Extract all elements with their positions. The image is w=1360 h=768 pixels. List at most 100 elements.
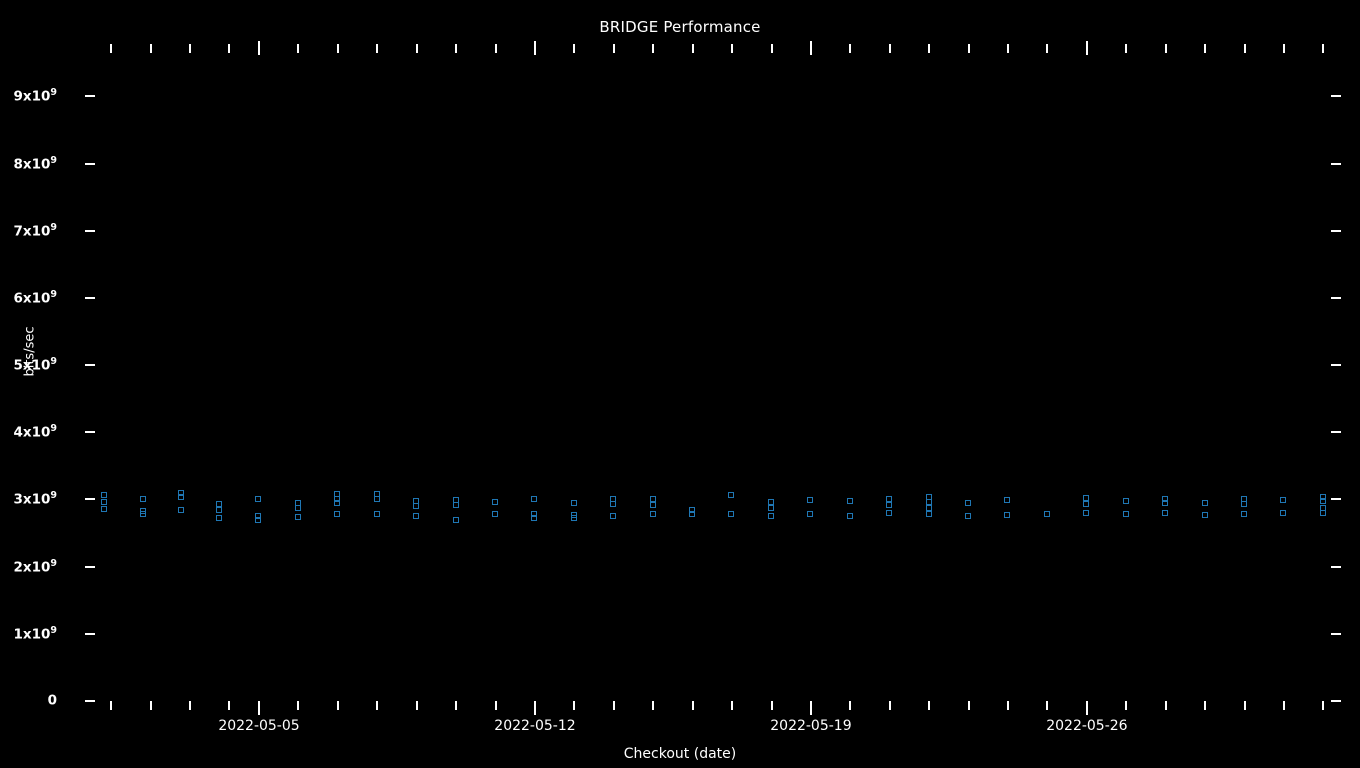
x-axis-tick-top <box>612 44 615 53</box>
x-axis-tick-label: 2022-05-12 <box>494 718 576 734</box>
x-axis-tick-bottom <box>533 701 536 715</box>
x-axis-tick-top <box>189 44 192 53</box>
x-axis-tick-top <box>494 44 497 53</box>
data-point-marker <box>491 511 498 518</box>
data-point-marker <box>965 500 972 507</box>
data-point-marker <box>177 507 184 514</box>
x-axis-tick-bottom <box>110 701 113 710</box>
y-axis-tick-right <box>1331 95 1341 98</box>
x-axis-tick-bottom <box>258 701 260 715</box>
x-axis-tick-label: 2022-05-05 <box>218 718 300 734</box>
data-point-marker <box>570 515 577 522</box>
y-axis-tick-right <box>1331 632 1341 635</box>
x-axis-tick-bottom <box>189 701 192 710</box>
data-point-marker <box>1083 501 1090 508</box>
x-axis-tick-bottom <box>888 701 891 710</box>
data-point-marker <box>1240 510 1247 517</box>
data-point-marker <box>452 516 459 523</box>
x-axis-tick-bottom <box>1243 701 1246 710</box>
data-point-marker <box>1004 511 1011 518</box>
y-axis-tick-left <box>85 296 95 299</box>
data-point-marker <box>886 495 893 502</box>
data-point-marker <box>101 499 108 506</box>
data-point-marker <box>886 509 893 516</box>
x-axis-tick-top <box>809 41 812 55</box>
y-axis-tick-right <box>1331 498 1341 501</box>
data-point-marker <box>1201 500 1208 507</box>
x-axis-tick-label: 2022-05-19 <box>770 718 852 734</box>
x-axis-tick-bottom <box>1046 701 1049 710</box>
x-axis-tick-bottom <box>1125 701 1128 710</box>
data-point-marker <box>1162 509 1169 516</box>
data-point-marker <box>807 511 814 518</box>
y-axis-tick-right <box>1331 565 1341 568</box>
data-point-marker <box>140 510 147 517</box>
y-axis-tick-left <box>85 162 95 165</box>
data-point-marker <box>255 496 262 503</box>
data-point-marker <box>215 515 222 522</box>
x-axis-tick-top <box>928 44 931 53</box>
data-point-marker <box>452 502 459 509</box>
data-point-marker <box>570 499 577 506</box>
x-axis-tick-top <box>770 44 773 53</box>
x-axis-tick-top <box>1046 44 1049 53</box>
x-axis-tick-top <box>1204 44 1207 53</box>
x-axis-tick-bottom <box>149 701 152 710</box>
data-point-marker <box>807 497 814 504</box>
y-axis-tick-label: 2x109 <box>13 557 57 576</box>
x-axis-tick-label: 2022-05-26 <box>1046 718 1128 734</box>
x-axis-tick-top <box>258 41 260 55</box>
x-axis-tick-bottom <box>809 701 812 715</box>
y-axis-label: bits/sec <box>22 326 38 377</box>
y-axis-tick-right <box>1331 229 1341 232</box>
data-point-marker <box>1122 497 1129 504</box>
x-axis-tick-top <box>1007 44 1010 53</box>
x-axis-tick-bottom <box>770 701 773 710</box>
data-point-marker <box>101 505 108 512</box>
data-point-marker <box>728 492 735 499</box>
data-point-marker <box>413 503 420 510</box>
data-point-marker <box>177 494 184 501</box>
data-point-marker <box>1280 509 1287 516</box>
x-axis-tick-top <box>376 44 379 53</box>
data-point-marker <box>373 510 380 517</box>
data-point-marker <box>846 498 853 505</box>
data-point-marker <box>140 495 147 502</box>
data-point-marker <box>965 512 972 519</box>
x-axis-tick-top <box>731 44 734 53</box>
x-axis-tick-bottom <box>1322 701 1325 710</box>
y-axis-tick-left <box>85 364 95 367</box>
x-axis-tick-bottom <box>612 701 615 710</box>
data-point-marker <box>1280 497 1287 504</box>
data-point-marker <box>334 499 341 506</box>
x-axis-tick-top <box>415 44 418 53</box>
y-axis-tick-label: 7x109 <box>13 221 57 240</box>
x-axis-tick-top <box>573 44 576 53</box>
x-axis-tick-top <box>1164 44 1167 53</box>
data-point-marker <box>610 501 617 508</box>
data-point-marker <box>101 492 108 499</box>
x-axis-tick-bottom <box>455 701 458 710</box>
y-axis-tick-right <box>1331 162 1341 165</box>
x-axis-tick-top <box>1125 44 1128 53</box>
x-axis-tick-top <box>1085 41 1088 55</box>
data-point-marker <box>767 512 774 519</box>
x-axis-tick-bottom <box>652 701 655 710</box>
data-point-marker <box>925 511 932 518</box>
x-axis-tick-bottom <box>1164 701 1167 710</box>
data-point-marker <box>767 505 774 512</box>
data-point-marker <box>373 495 380 502</box>
chart-figure: BRIDGE Performance bits/sec 0 1x109 2x109 3… <box>0 0 1360 768</box>
data-point-marker <box>649 501 656 508</box>
data-point-marker <box>531 495 538 502</box>
x-axis-tick-bottom <box>1007 701 1010 710</box>
y-axis-tick-left <box>85 229 95 232</box>
x-axis-tick-bottom <box>376 701 379 710</box>
y-axis-tick-label: 0 <box>47 692 57 709</box>
data-point-marker <box>1319 509 1326 516</box>
data-point-marker <box>334 510 341 517</box>
data-point-marker <box>294 513 301 520</box>
x-axis-tick-top <box>691 44 694 53</box>
y-axis-tick-right <box>1331 700 1341 702</box>
x-axis-tick-top <box>652 44 655 53</box>
